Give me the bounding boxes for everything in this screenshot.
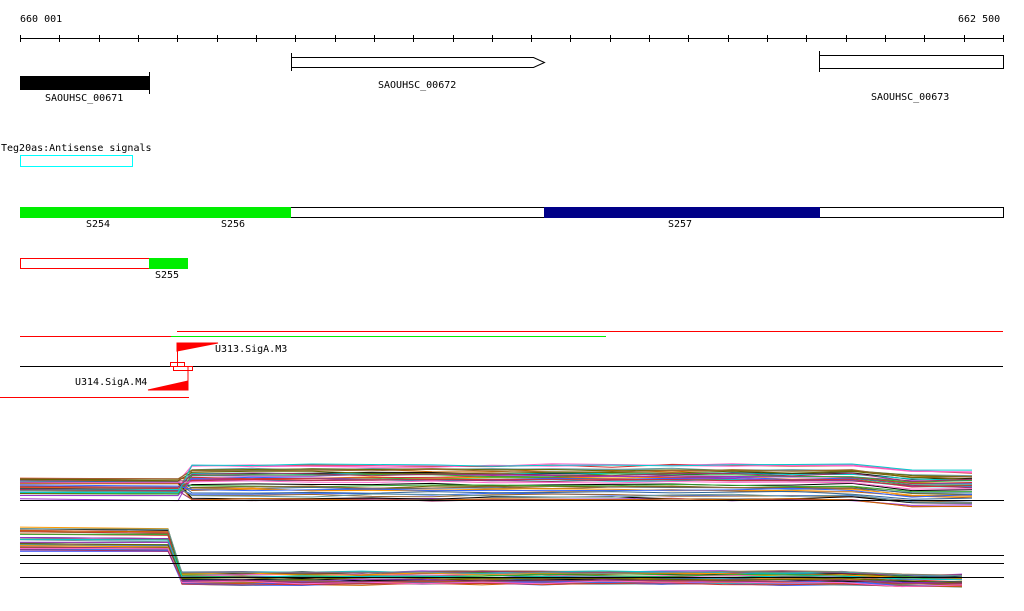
promoter-u314-icon[interactable] [147, 366, 189, 391]
segment-s255[interactable] [149, 258, 188, 269]
antisense-signal-box[interactable] [20, 155, 133, 167]
gene-label: SAOUHSC_00673 [871, 92, 950, 103]
gene-saouhsc-00673[interactable] [819, 51, 1004, 72]
segment-label: S257 [668, 219, 693, 230]
ruler-axis [20, 35, 1004, 42]
expression-profiles [19, 463, 1004, 588]
segment-s254-s256[interactable] [20, 207, 291, 218]
promoter-label: U314.SigA.M4 [75, 377, 148, 388]
segment-s257[interactable] [544, 207, 820, 218]
track-title: Teg20as:Antisense signals [1, 143, 152, 154]
segment-label: S254 [86, 219, 111, 230]
segment-label: S255 [155, 270, 180, 281]
expression-line [19, 528, 963, 579]
gene-label: SAOUHSC_00671 [45, 93, 124, 104]
segment-red-outline[interactable] [20, 258, 150, 269]
segment-label: S256 [221, 219, 246, 230]
gene-label: SAOUHSC_00672 [378, 80, 457, 91]
gene-saouhsc-00671[interactable] [20, 72, 150, 94]
promoter-label: U313.SigA.M3 [215, 344, 288, 355]
gene-saouhsc-00672[interactable] [291, 53, 546, 71]
